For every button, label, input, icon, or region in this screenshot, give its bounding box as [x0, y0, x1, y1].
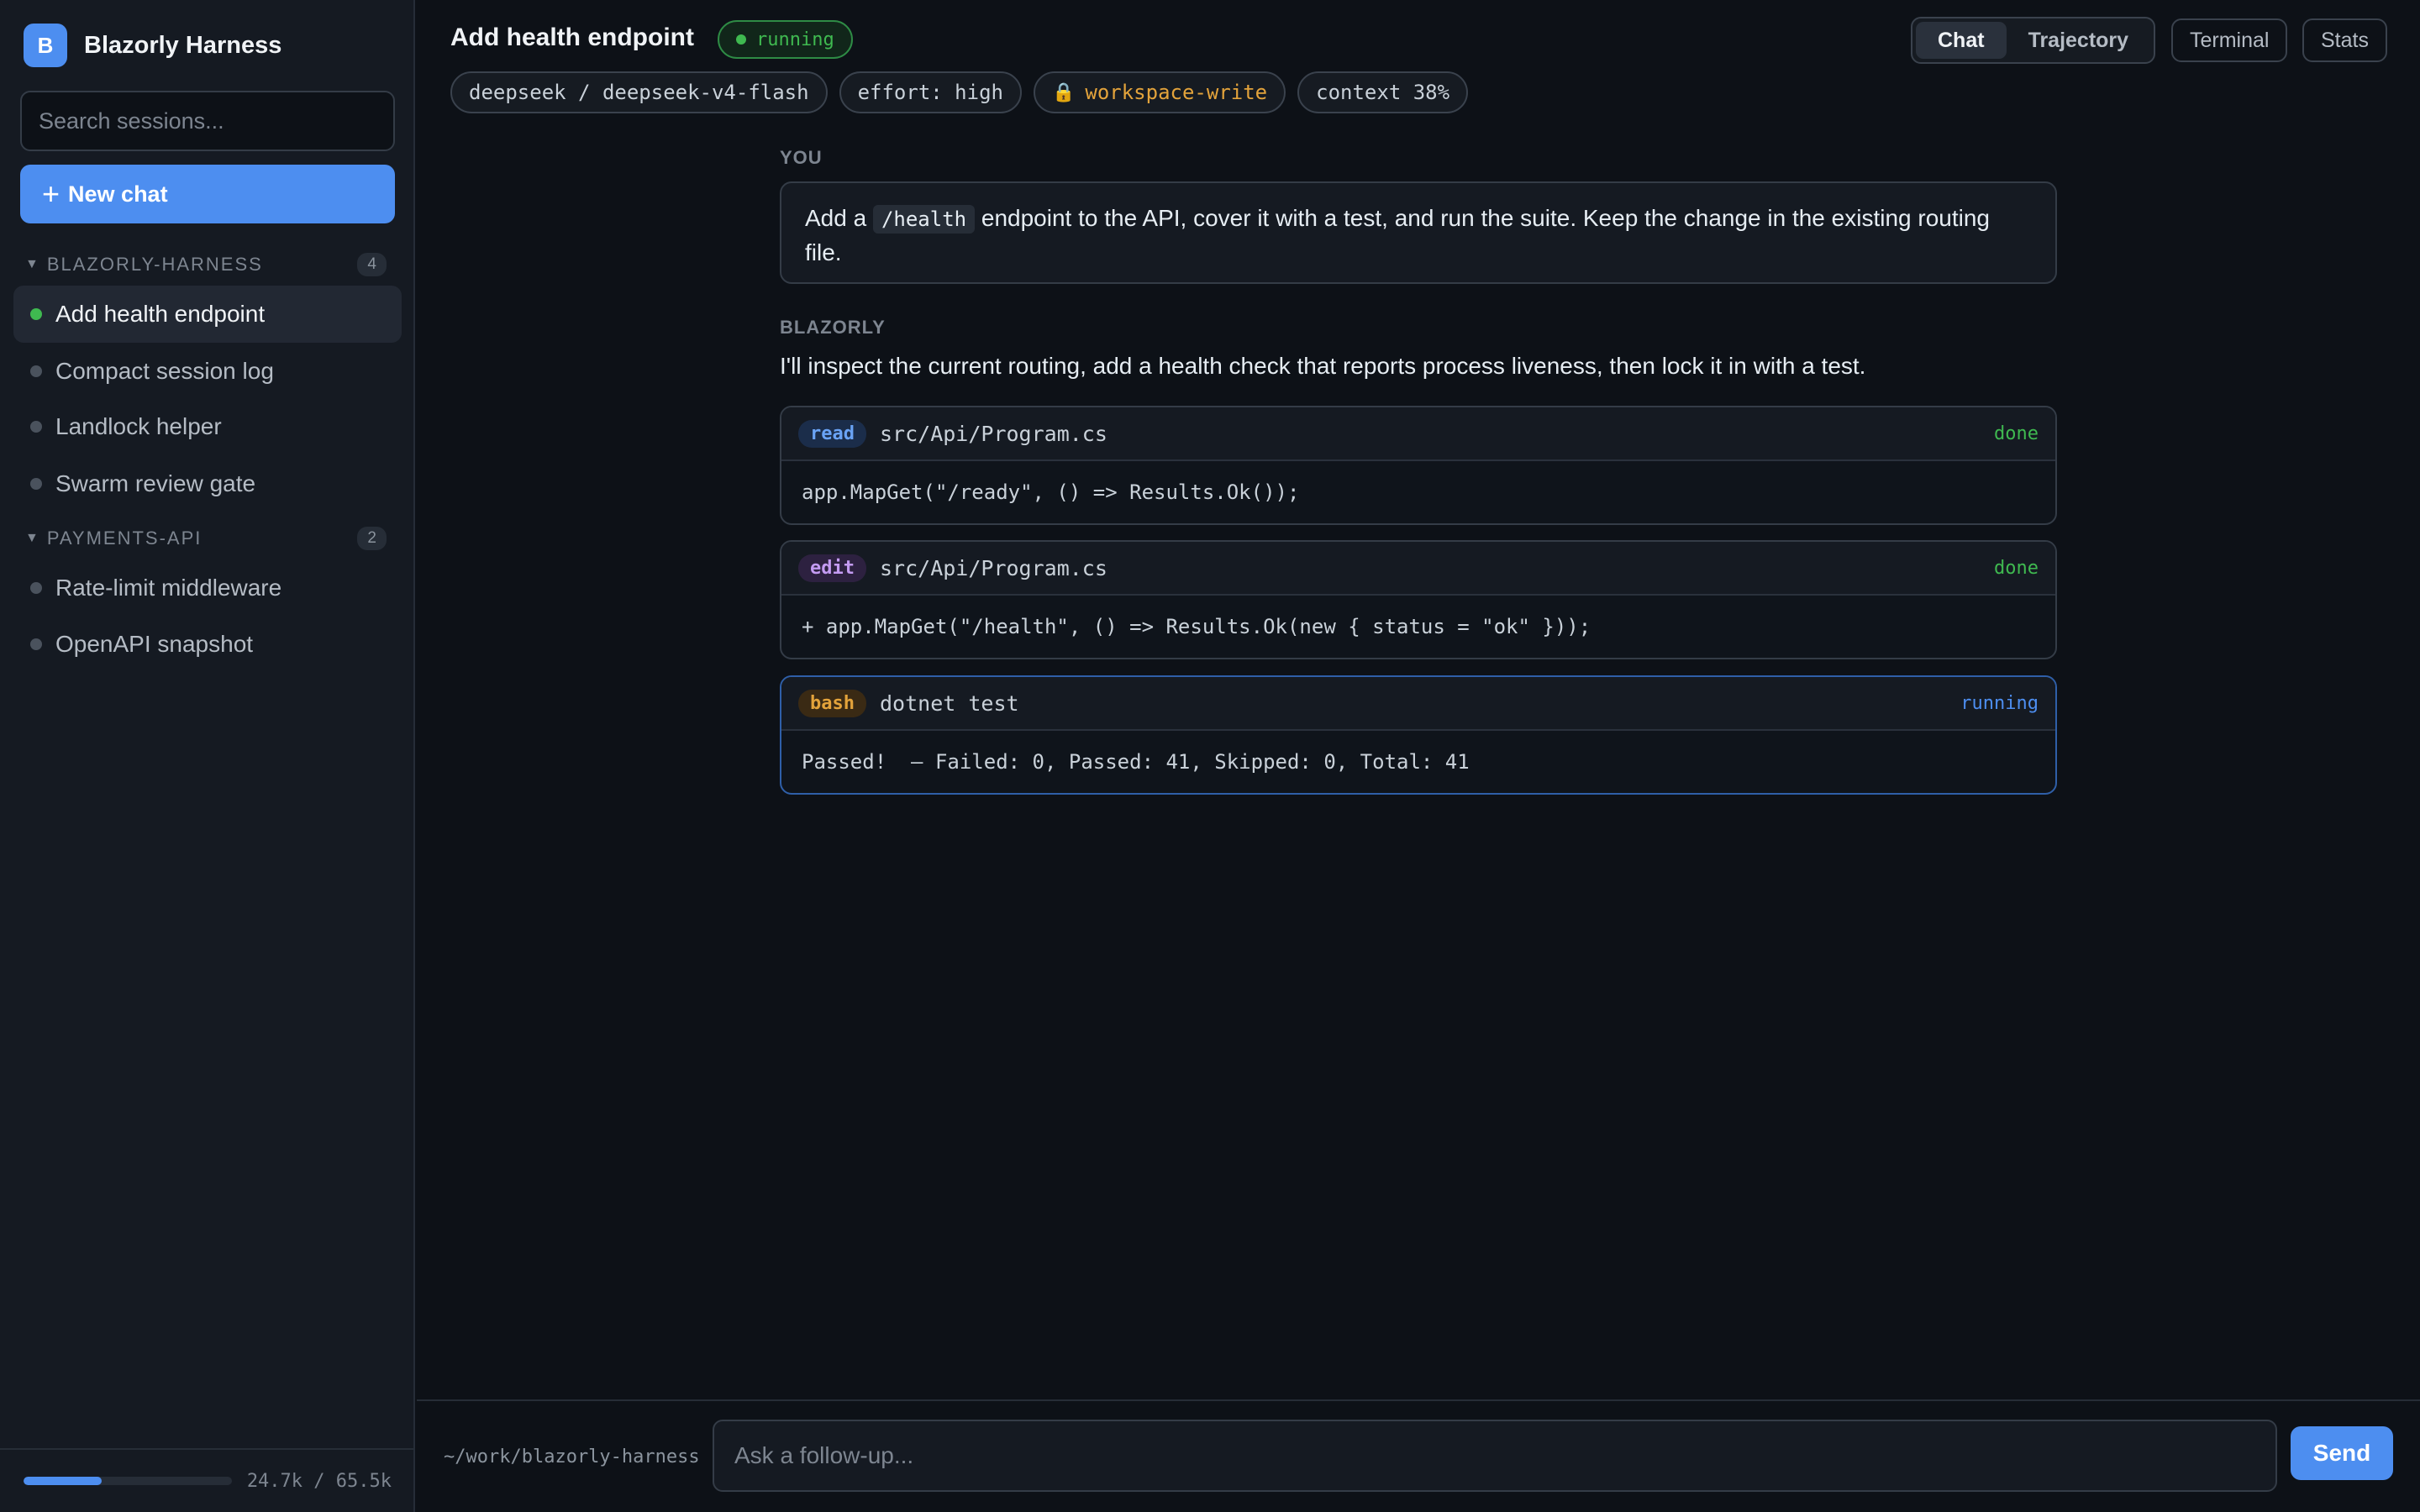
- send-button[interactable]: Send: [2291, 1426, 2393, 1480]
- user-role-label: YOU: [780, 147, 823, 168]
- session-item-swarm-review-gate[interactable]: Swarm review gate: [13, 455, 402, 512]
- tool-call-header: edit src/Api/Program.cs done: [781, 542, 2055, 596]
- status-dot-icon: [30, 421, 42, 433]
- tool-status: running: [1960, 692, 2039, 714]
- plus-icon: +: [42, 176, 60, 211]
- tool-call-read[interactable]: read src/Api/Program.cs done app.MapGet(…: [780, 406, 2057, 525]
- page-title: Add health endpoint: [450, 24, 694, 51]
- follow-up-input[interactable]: [713, 1420, 2277, 1492]
- session-label: Compact session log: [55, 358, 274, 384]
- tool-status: done: [1994, 557, 2039, 579]
- session-item-compact-session-log[interactable]: Compact session log: [13, 343, 402, 400]
- group-count-badge: 4: [357, 253, 387, 276]
- search-sessions-input[interactable]: [20, 91, 395, 151]
- assistant-role-label: BLAZORLY: [780, 317, 886, 338]
- user-message-text: endpoint to the API, cover it with a tes…: [805, 205, 1990, 265]
- tool-kind-badge: read: [798, 419, 866, 448]
- app-name: Blazorly Harness: [84, 31, 282, 59]
- sandbox-label: workspace-write: [1085, 81, 1268, 104]
- status-dot-icon: [30, 638, 42, 650]
- running-dot-icon: [736, 34, 746, 45]
- new-chat-label: New chat: [68, 181, 168, 207]
- brand: B Blazorly Harness: [24, 24, 281, 67]
- status-dot-icon: [30, 478, 42, 490]
- status-dot-icon: [30, 365, 42, 377]
- group-name: BLAZORLY-HARNESS: [46, 254, 263, 275]
- inline-code: /health: [872, 205, 976, 234]
- view-tabs: Chat Trajectory: [1911, 17, 2156, 64]
- session-label: Rate-limit middleware: [55, 575, 282, 601]
- session-label: OpenAPI snapshot: [55, 631, 254, 657]
- sandbox-chip[interactable]: 🔒 workspace-write: [1033, 71, 1286, 113]
- session-label: Add health endpoint: [55, 301, 266, 327]
- caret-down-icon: ▼: [25, 257, 39, 271]
- status-badge: running: [718, 20, 853, 59]
- session-label: Swarm review gate: [55, 470, 256, 496]
- tool-kind-badge: bash: [798, 689, 866, 717]
- tool-call-header: read src/Api/Program.cs done: [781, 407, 2055, 461]
- effort-chip[interactable]: effort: high: [839, 71, 1022, 113]
- tool-target: src/Api/Program.cs: [879, 421, 1107, 446]
- tool-output: + app.MapGet("/health", () => Results.Ok…: [802, 615, 1591, 638]
- token-usage-fill: [24, 1477, 103, 1485]
- user-message: Add a /health endpoint to the API, cover…: [780, 181, 2057, 284]
- tool-status: done: [1994, 423, 2039, 444]
- stats-button[interactable]: Stats: [2302, 18, 2387, 62]
- session-item-landlock-helper[interactable]: Landlock helper: [13, 398, 402, 455]
- token-usage-text: 24.7k / 65.5k: [246, 1470, 392, 1492]
- composer: ~/work/blazorly-harness Send: [417, 1399, 2420, 1512]
- tab-chat[interactable]: Chat: [1916, 22, 2007, 59]
- status-dot-icon: [30, 582, 42, 594]
- tool-target: dotnet test: [879, 690, 1019, 716]
- session-item-add-health-endpoint[interactable]: Add health endpoint: [13, 286, 402, 343]
- new-chat-button[interactable]: + New chat: [20, 165, 395, 223]
- tool-call-bash[interactable]: bash dotnet test running Passed! – Faile…: [780, 675, 2057, 795]
- tool-output: app.MapGet("/ready", () => Results.Ok())…: [802, 480, 1300, 504]
- tool-call-edit[interactable]: edit src/Api/Program.cs done + app.MapGe…: [780, 540, 2057, 659]
- sidebar: B Blazorly Harness + New chat ▼ BLAZORLY…: [0, 0, 415, 1512]
- tool-call-header: bash dotnet test running: [781, 677, 2055, 731]
- terminal-button[interactable]: Terminal: [2171, 18, 2288, 62]
- session-item-openapi-snapshot[interactable]: OpenAPI snapshot: [13, 616, 402, 673]
- token-usage: 24.7k / 65.5k: [0, 1448, 415, 1512]
- status-dot-icon: [30, 308, 42, 320]
- session-label: Landlock helper: [55, 413, 222, 439]
- app-logo: B: [24, 24, 67, 67]
- context-chip: context 38%: [1297, 71, 1469, 113]
- session-meta-chips: deepseek / deepseek-v4-flash effort: hig…: [450, 71, 1469, 113]
- assistant-message: I'll inspect the current routing, add a …: [780, 353, 1866, 379]
- working-directory: ~/work/blazorly-harness: [444, 1446, 700, 1467]
- user-message-text: Add a: [805, 205, 873, 231]
- status-text: running: [756, 29, 834, 50]
- model-chip[interactable]: deepseek / deepseek-v4-flash: [450, 71, 828, 113]
- tool-output: Passed! – Failed: 0, Passed: 41, Skipped…: [802, 750, 1470, 774]
- group-header-payments-api[interactable]: ▼ PAYMENTS-API 2: [25, 523, 387, 554]
- tool-kind-badge: edit: [798, 554, 866, 582]
- group-count-badge: 2: [357, 527, 387, 550]
- tool-target: src/Api/Program.cs: [879, 555, 1107, 580]
- tab-trajectory[interactable]: Trajectory: [2007, 22, 2151, 59]
- session-item-rate-limit-middleware[interactable]: Rate-limit middleware: [13, 559, 402, 617]
- lock-icon: 🔒: [1051, 81, 1076, 103]
- group-name: PAYMENTS-API: [46, 528, 203, 549]
- group-header-blazorly-harness[interactable]: ▼ BLAZORLY-HARNESS 4: [25, 249, 387, 280]
- caret-down-icon: ▼: [25, 531, 39, 545]
- token-usage-bar: [24, 1477, 232, 1485]
